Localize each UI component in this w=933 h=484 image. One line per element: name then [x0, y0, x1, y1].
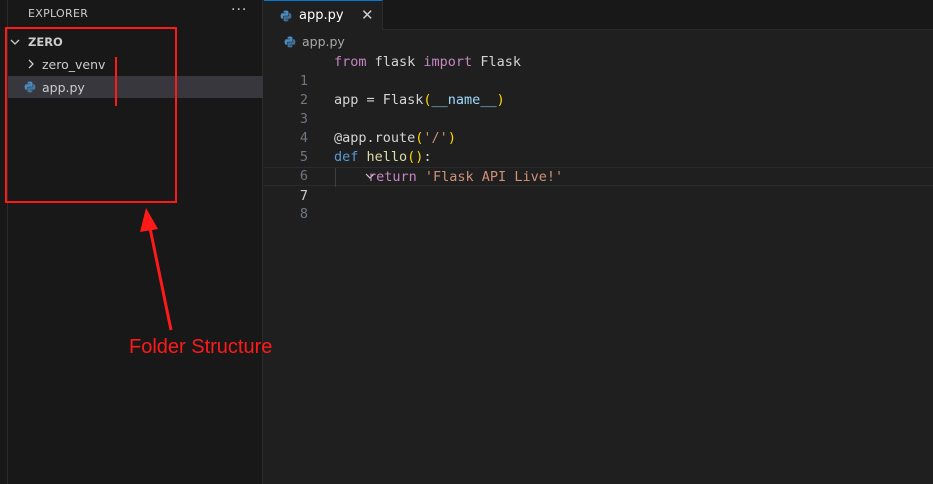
- annotation-label: Folder Structure: [129, 336, 273, 358]
- annotation-arrow-icon: [140, 208, 173, 331]
